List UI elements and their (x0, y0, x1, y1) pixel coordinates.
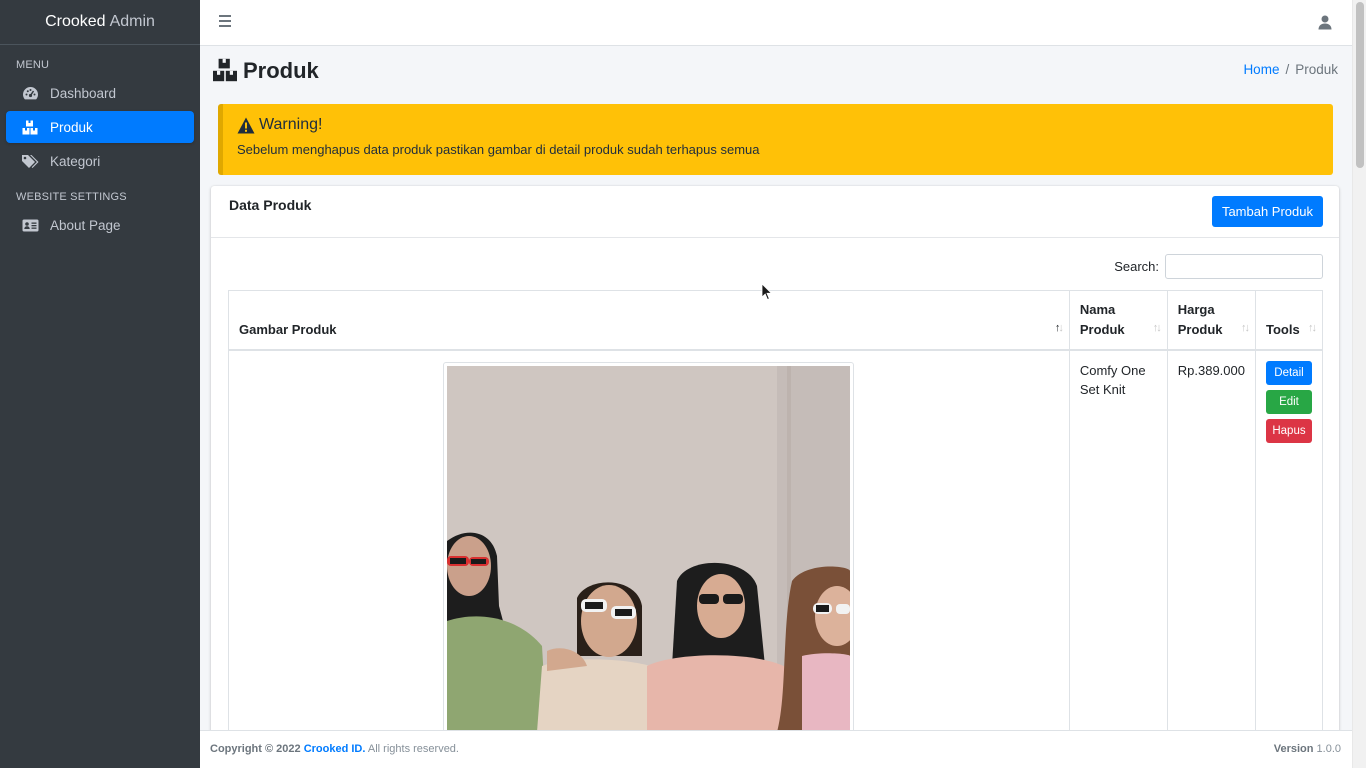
sort-icon: ↑↓ (1308, 322, 1317, 334)
alert-title: Warning! (259, 116, 323, 133)
delete-button[interactable]: Hapus (1265, 419, 1312, 443)
warning-icon (237, 117, 255, 134)
footer-version: Version 1.0.0 (1274, 743, 1341, 755)
sidebar-item-produk[interactable]: Produk (6, 111, 194, 143)
card-title: Data Produk (229, 197, 312, 213)
nav-header-website-settings: WEBSITE SETTINGS (16, 191, 127, 203)
brand-link[interactable]: Crooked Admin (0, 0, 200, 45)
column-label: Tools (1265, 322, 1300, 337)
rights-text: All rights reserved. (367, 743, 459, 755)
user-icon[interactable] (1318, 15, 1332, 30)
sidebar-item-label: Dashboard (50, 85, 117, 101)
scrollbar-thumb[interactable] (1356, 2, 1364, 168)
product-tools-cell: Detail Edit Hapus (1254, 349, 1324, 730)
mouse-cursor-icon (761, 283, 773, 301)
product-card: Data Produk Tambah Produk Search: Gambar… (211, 186, 1339, 730)
column-label: Gambar Produk (239, 322, 337, 337)
sidebar-item-label: Produk (50, 119, 93, 135)
version-label: Version (1273, 743, 1314, 755)
search-input[interactable] (1165, 254, 1323, 279)
page-title: Produk (243, 58, 319, 83)
tags-icon (21, 153, 39, 169)
sidebar-item-label: Kategori (50, 153, 101, 169)
hamburger-icon[interactable] (219, 15, 231, 28)
detail-button[interactable]: Detail (1265, 361, 1312, 385)
copyright-text: Copyright © 2022 (210, 743, 301, 755)
breadcrumb-separator: / (1285, 62, 1290, 77)
sort-icon: ↑↓ (1240, 322, 1250, 334)
column-header-gambar-produk[interactable]: Gambar Produk ↑↓ (228, 290, 1070, 351)
brand-name: Crooked (45, 13, 106, 30)
version-number: 1.0.0 (1316, 743, 1341, 755)
breadcrumb: Home / Produk (1243, 62, 1338, 77)
card-header: Data Produk Tambah Produk (211, 186, 1339, 238)
product-price-cell: Rp.389.000 (1166, 349, 1256, 730)
product-table: Gambar Produk ↑↓ Nama Produk ↑↓ Harga Pr… (228, 290, 1324, 730)
page-header: Produk (212, 58, 319, 84)
search-label: Search: (1114, 259, 1159, 274)
breadcrumb-current: Produk (1295, 62, 1338, 77)
page-scrollbar[interactable] (1352, 0, 1366, 768)
search-row: Search: (1114, 254, 1323, 279)
content-wrapper: Produk Home / Produk Warning! Sebelum meng… (200, 46, 1352, 730)
sidebar-item-dashboard[interactable]: Dashboard (6, 77, 194, 109)
tachometer-icon (21, 85, 39, 101)
footer: Copyright © 2022 Crooked ID. All rights … (200, 730, 1352, 768)
brand-suffix: Admin (109, 13, 155, 30)
sidebar-item-kategori[interactable]: Kategori (6, 145, 194, 177)
sidebar: Crooked Admin MENU Dashboard Produk Kate… (0, 0, 200, 768)
alert-text: Sebelum menghapus data produk pastikan g… (237, 142, 760, 157)
column-header-tools[interactable]: Tools ↑↓ (1254, 290, 1324, 351)
table-row: Comfy One Set Knit Rp.389.000 Detail Edi… (228, 349, 1324, 730)
product-name-cell: Comfy One Set Knit (1068, 349, 1168, 730)
add-product-button[interactable]: Tambah Produk (1211, 196, 1323, 227)
id-card-icon (21, 217, 39, 233)
boxes-icon (21, 119, 39, 135)
column-label: Nama Produk (1079, 302, 1125, 337)
product-image-cell (228, 349, 1070, 730)
edit-button[interactable]: Edit (1265, 390, 1312, 414)
warning-alert: Warning! Sebelum menghapus data produk p… (218, 104, 1333, 175)
nav-header-menu: MENU (16, 59, 50, 71)
column-label: Harga Produk (1177, 302, 1223, 337)
column-header-nama-produk[interactable]: Nama Produk ↑↓ (1068, 290, 1168, 351)
sort-icon: ↑↓ (1152, 322, 1162, 334)
sidebar-item-about-page[interactable]: About Page (6, 209, 194, 241)
column-header-harga-produk[interactable]: Harga Produk ↑↓ (1166, 290, 1256, 351)
boxes-icon (212, 58, 238, 84)
sidebar-item-label: About Page (50, 217, 121, 233)
company-link[interactable]: Crooked ID. (304, 743, 366, 755)
top-navbar (200, 0, 1352, 46)
product-image (443, 362, 855, 730)
footer-copyright: Copyright © 2022 Crooked ID. All rights … (210, 743, 459, 755)
breadcrumb-home-link[interactable]: Home (1243, 62, 1279, 77)
sort-asc-icon: ↑↓ (1054, 322, 1064, 334)
